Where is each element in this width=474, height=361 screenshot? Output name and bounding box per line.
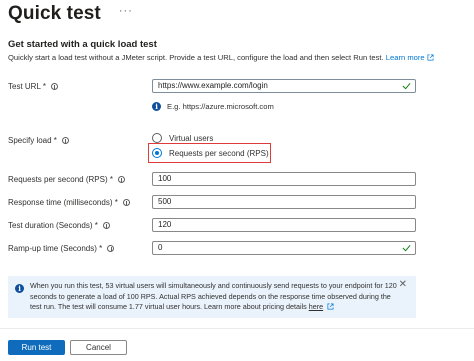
test-duration-input[interactable]: 120	[152, 218, 416, 232]
ramp-up-input[interactable]: 0	[152, 241, 416, 255]
info-icon[interactable]	[122, 199, 130, 206]
info-icon[interactable]	[117, 176, 125, 183]
pricing-link[interactable]: here	[309, 302, 323, 311]
test-duration-label: Test duration (Seconds) *	[8, 221, 110, 230]
info-banner: When you run this test, 53 virtual users…	[8, 276, 416, 318]
test-url-hint: E.g. https://azure.microsoft.com	[152, 102, 274, 111]
rps-label: Requests per second (RPS) *	[8, 175, 125, 184]
info-icon[interactable]	[107, 245, 115, 252]
external-link-icon	[427, 54, 434, 61]
radio-button-selected[interactable]	[152, 148, 162, 158]
page-header: Quick test ···	[8, 2, 133, 26]
specify-load-label: Specify load *	[8, 136, 69, 145]
test-url-label: Test URL *	[8, 82, 58, 91]
check-icon	[402, 82, 411, 90]
test-url-value: https://www.example.com/login	[158, 81, 268, 90]
info-filled-icon	[15, 284, 24, 293]
info-icon[interactable]	[102, 222, 110, 229]
check-icon	[402, 244, 411, 252]
section-heading: Get started with a quick load test	[8, 39, 157, 50]
intro-description: Quickly start a load test without a JMet…	[8, 52, 464, 63]
info-icon[interactable]	[50, 83, 58, 90]
radio-requests-per-second[interactable]: Requests per second (RPS)	[152, 148, 269, 158]
cancel-button[interactable]: Cancel	[70, 340, 127, 355]
info-icon[interactable]	[61, 137, 69, 144]
run-test-button[interactable]: Run test	[8, 340, 65, 355]
radio-virtual-users[interactable]: Virtual users	[152, 133, 213, 143]
close-icon[interactable]: ✕	[399, 280, 407, 290]
page-title: Quick test	[8, 3, 101, 24]
footer-divider	[0, 328, 474, 329]
intro-text: Quickly start a load test without a JMet…	[8, 53, 384, 62]
response-time-label: Response time (milliseconds) *	[8, 198, 130, 207]
external-link-icon	[327, 303, 334, 310]
more-options-icon[interactable]: ···	[119, 5, 133, 17]
rps-input[interactable]: 100	[152, 172, 416, 186]
response-time-input[interactable]: 500	[152, 195, 416, 209]
test-url-input[interactable]: https://www.example.com/login	[152, 79, 416, 93]
radio-button[interactable]	[152, 133, 162, 143]
learn-more-link[interactable]: Learn more	[386, 53, 434, 62]
ramp-up-label: Ramp-up time (Seconds) *	[8, 244, 115, 253]
info-filled-icon	[152, 102, 161, 111]
banner-text: When you run this test, 53 virtual users…	[30, 281, 397, 311]
